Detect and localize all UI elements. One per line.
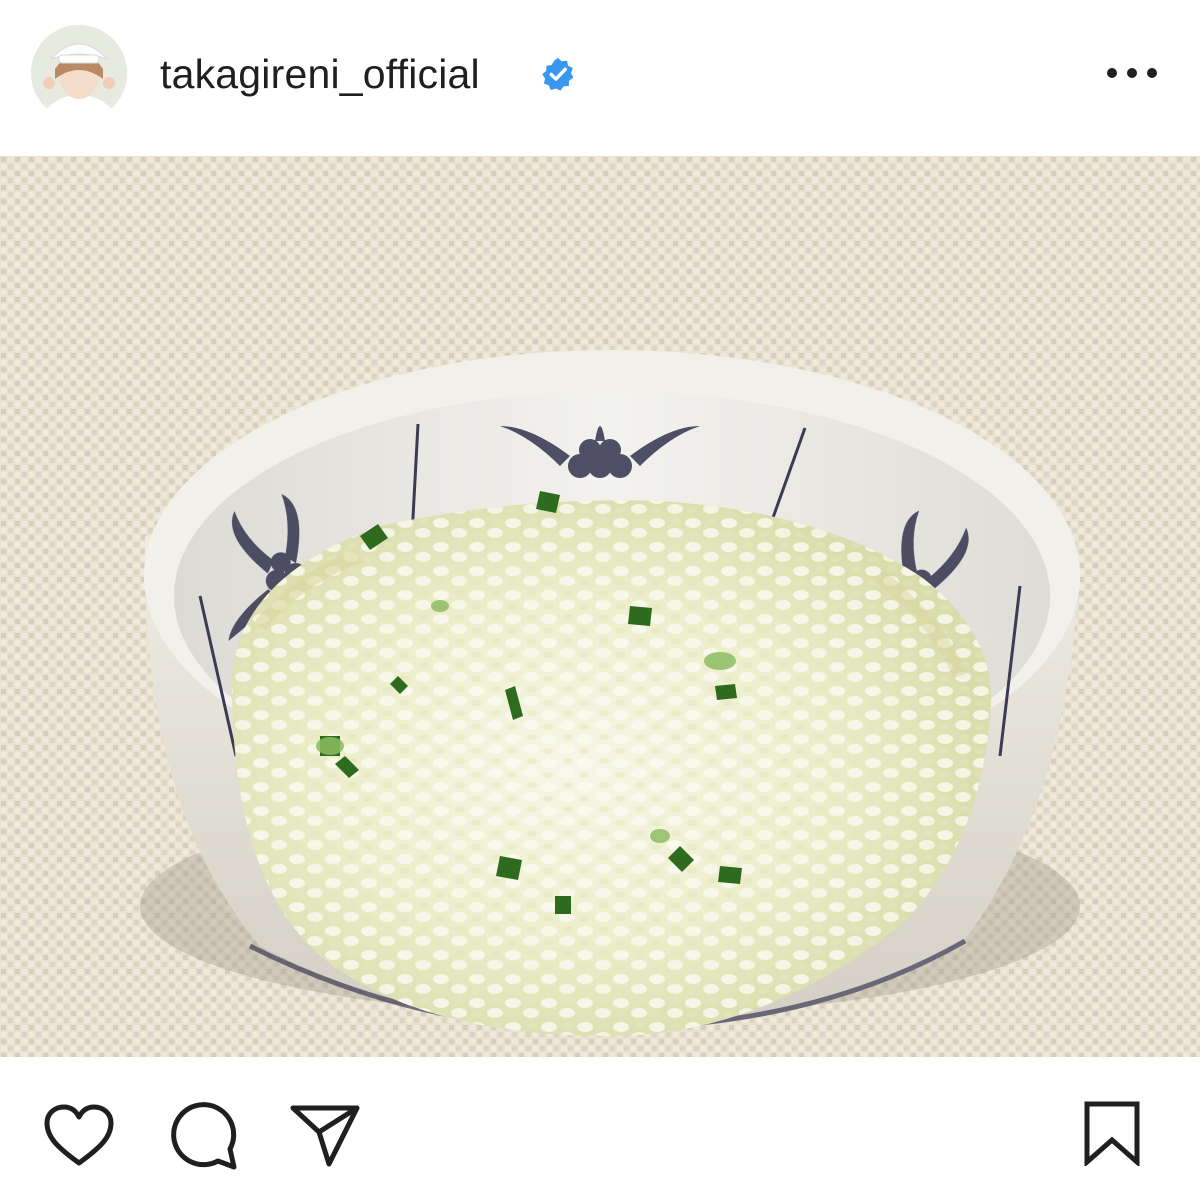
avatar-image [31, 25, 127, 121]
post-header: takagireni_official [0, 0, 1200, 156]
bookmark-icon[interactable] [1082, 1100, 1142, 1166]
more-options-icon[interactable] [1100, 55, 1164, 91]
comment-icon[interactable] [168, 1101, 240, 1173]
post-actions [0, 1057, 1200, 1193]
username[interactable]: takagireni_official [160, 48, 480, 100]
verified-badge-icon [541, 57, 575, 91]
profile-avatar[interactable] [31, 25, 127, 121]
post-photo[interactable] [0, 156, 1200, 1057]
send-icon[interactable] [289, 1102, 361, 1168]
rice-porridge-bowl [0, 156, 1200, 1057]
heart-icon[interactable] [43, 1103, 115, 1169]
